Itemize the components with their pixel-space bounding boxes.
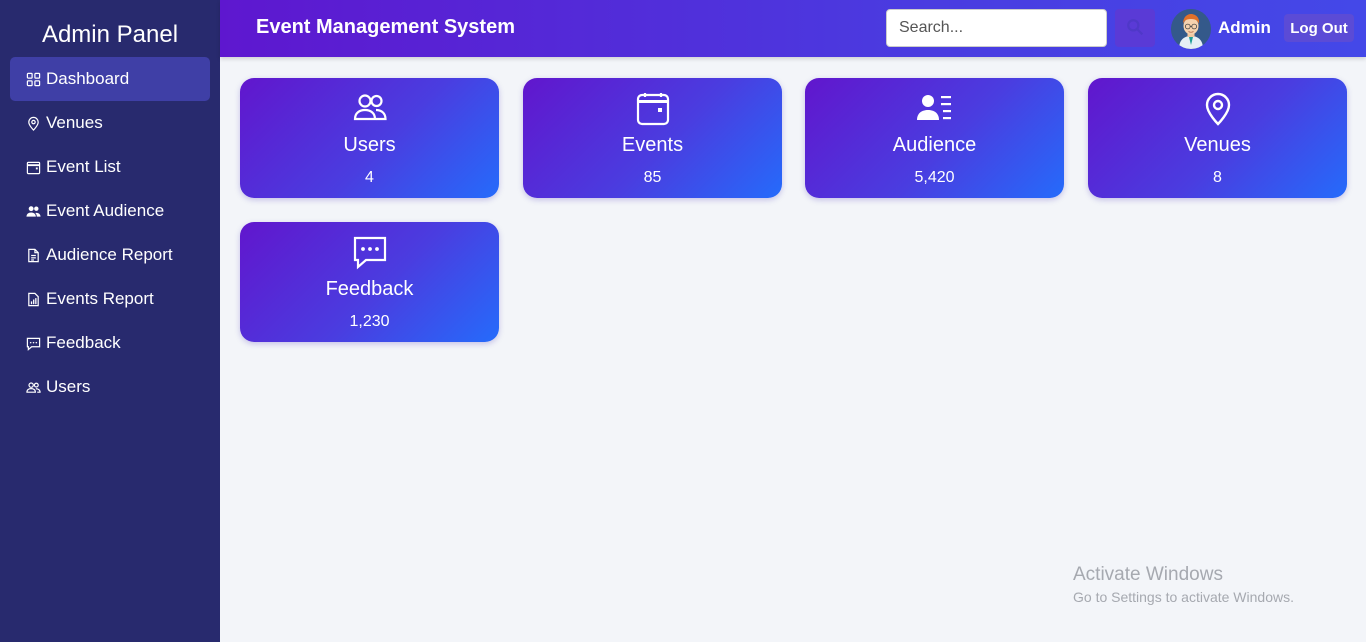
card-label: Feedback xyxy=(325,278,414,300)
watermark-title: Activate Windows xyxy=(1073,564,1223,585)
card-value: 4 xyxy=(365,169,374,186)
sidebar-item-label: Feedback xyxy=(46,333,121,352)
location-pin-icon xyxy=(1088,92,1347,126)
card-value: 85 xyxy=(643,169,662,186)
activation-watermark: Activate Windows Go to Settings to activ… xyxy=(1073,564,1294,605)
bar-chart-icon xyxy=(25,291,41,307)
sidebar: Admin Panel Dashboard Venues Event List … xyxy=(0,0,220,642)
page-title: Event Management System xyxy=(256,16,515,38)
sidebar-item-feedback[interactable]: Feedback xyxy=(10,321,210,365)
card-feedback[interactable]: Feedback 1,230 xyxy=(240,222,499,342)
card-venues[interactable]: Venues 8 xyxy=(1088,78,1347,198)
card-events[interactable]: Events 85 xyxy=(523,78,782,198)
sidebar-item-label: Audience Report xyxy=(46,245,173,264)
search-input[interactable] xyxy=(886,9,1107,47)
logout-button[interactable]: Log Out xyxy=(1284,14,1354,42)
sidebar-item-label: Dashboard xyxy=(46,69,130,88)
sidebar-item-dashboard[interactable]: Dashboard xyxy=(10,57,210,101)
sidebar-item-label: Event List xyxy=(46,157,121,176)
grid-icon xyxy=(25,71,41,87)
sidebar-item-event-list[interactable]: Event List xyxy=(10,145,210,189)
sidebar-item-label: Events Report xyxy=(46,289,154,308)
sidebar-item-label: Venues xyxy=(46,113,103,132)
sidebar-item-users[interactable]: Users xyxy=(10,365,210,409)
sidebar-item-label: Event Audience xyxy=(46,201,165,220)
people-icon xyxy=(25,203,41,219)
card-audience[interactable]: Audience 5,420 xyxy=(805,78,1064,198)
search-icon xyxy=(1126,18,1144,39)
calendar-icon xyxy=(523,92,782,126)
sidebar-item-venues[interactable]: Venues xyxy=(10,101,210,145)
card-label: Audience xyxy=(892,134,977,156)
chat-dots-icon xyxy=(25,335,41,351)
user-name[interactable]: Admin xyxy=(1218,18,1271,38)
card-label: Users xyxy=(343,134,396,156)
card-label: Venues xyxy=(1184,134,1251,156)
calendar-icon xyxy=(25,159,41,175)
top-bar: Event Management System Admin Log Out xyxy=(220,0,1366,57)
sidebar-item-audience-report[interactable]: Audience Report xyxy=(10,233,210,277)
chat-dots-icon xyxy=(240,236,499,270)
sidebar-item-events-report[interactable]: Events Report xyxy=(10,277,210,321)
sidebar-item-event-audience[interactable]: Event Audience xyxy=(10,189,210,233)
people-icon xyxy=(240,92,499,126)
search-button[interactable] xyxy=(1115,9,1155,47)
location-pin-icon xyxy=(25,115,41,131)
card-users[interactable]: Users 4 xyxy=(240,78,499,198)
sidebar-nav: Dashboard Venues Event List Event Audien… xyxy=(0,57,220,409)
avatar[interactable] xyxy=(1171,9,1211,49)
card-value: 1,230 xyxy=(349,313,390,330)
people-outline-icon xyxy=(25,379,41,395)
card-label: Events xyxy=(621,134,684,156)
card-value: 8 xyxy=(1213,169,1222,186)
watermark-subtitle: Go to Settings to activate Windows. xyxy=(1073,589,1294,605)
sidebar-title: Admin Panel xyxy=(41,21,179,48)
document-icon xyxy=(25,247,41,263)
card-value: 5,420 xyxy=(914,169,955,186)
person-lines-icon xyxy=(805,92,1064,126)
sidebar-item-label: Users xyxy=(46,377,91,396)
